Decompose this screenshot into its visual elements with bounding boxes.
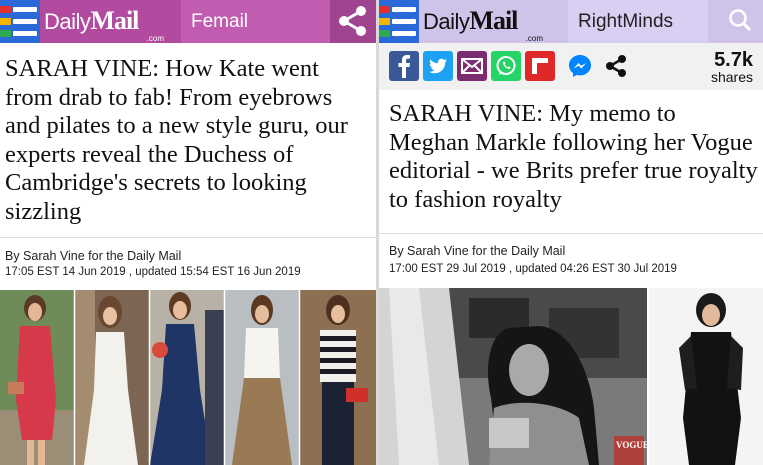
menu-icon-line <box>13 31 37 36</box>
menu-icon-accent <box>0 30 11 37</box>
meghan-photo-illustration: VOGUE <box>379 288 647 465</box>
dateline: 17:05 EST 14 Jun 2019 , updated 15:54 ES… <box>5 266 301 278</box>
share-button[interactable] <box>330 0 376 43</box>
article-image-meghan[interactable]: VOGUE <box>379 288 647 465</box>
daily-mail-logo[interactable]: DailyMail .com <box>423 6 553 43</box>
divider <box>0 237 376 238</box>
menu-button[interactable] <box>379 0 419 43</box>
menu-icon <box>379 6 390 13</box>
menu-icon-accent <box>0 18 11 25</box>
photo-collage-illustration <box>0 290 376 465</box>
whatsapp-share-button[interactable] <box>491 51 521 81</box>
share-count: 5.7k shares <box>711 50 753 84</box>
rightminds-article-panel: DailyMail .com RightMinds 5.7k shares SA… <box>379 0 763 465</box>
byline: By Sarah Vine for the Daily Mail <box>389 244 566 258</box>
twitter-share-button[interactable] <box>423 51 453 81</box>
femail-header: DailyMail .com Femail <box>0 0 376 43</box>
magazine-cover-text: VOGUE <box>616 440 647 450</box>
email-share-button[interactable] <box>457 51 487 81</box>
rightminds-header: DailyMail .com RightMinds <box>379 0 763 43</box>
more-share-button[interactable] <box>601 51 631 81</box>
section-tab-rightminds[interactable]: RightMinds <box>568 0 708 43</box>
menu-icon-accent <box>379 30 390 37</box>
dateline: 17:00 EST 29 Jul 2019 , updated 04:26 ES… <box>389 263 677 275</box>
menu-icon-line <box>392 19 416 24</box>
email-icon <box>461 58 483 74</box>
menu-icon-line <box>392 31 416 36</box>
menu-icon-accent <box>379 18 390 25</box>
menu-icon-line <box>13 7 37 12</box>
menu-icon-line <box>13 19 37 24</box>
article-headline[interactable]: SARAH VINE: How Kate went from drab to f… <box>5 55 371 226</box>
share-icon <box>606 55 626 77</box>
twitter-icon <box>429 58 447 74</box>
divider <box>379 233 763 234</box>
facebook-share-button[interactable] <box>389 51 419 81</box>
search-icon <box>729 9 752 32</box>
femail-article-panel: DailyMail .com Femail SARAH VINE: How Ka… <box>0 0 376 465</box>
menu-icon <box>0 6 11 13</box>
menu-button[interactable] <box>0 0 40 43</box>
section-tab-femail[interactable]: Femail <box>181 0 330 43</box>
author-photo-illustration <box>649 288 763 465</box>
messenger-icon <box>569 55 591 77</box>
flipboard-share-button[interactable] <box>525 51 555 81</box>
daily-mail-logo[interactable]: DailyMail .com <box>44 6 174 43</box>
article-image-author[interactable] <box>649 288 763 465</box>
article-headline[interactable]: SARAH VINE: My memo to Meghan Markle fol… <box>389 100 759 214</box>
messenger-share-button[interactable] <box>565 51 595 81</box>
menu-icon-line <box>392 7 416 12</box>
article-image-collage[interactable] <box>0 290 376 465</box>
facebook-icon <box>398 55 410 78</box>
social-share-bar: 5.7k shares <box>379 43 763 90</box>
whatsapp-icon <box>496 56 516 75</box>
search-button[interactable] <box>717 0 763 43</box>
flipboard-icon <box>532 58 548 74</box>
share-icon <box>339 6 366 36</box>
byline: By Sarah Vine for the Daily Mail <box>5 249 182 263</box>
share-count-value: 5.7k <box>714 49 753 71</box>
share-count-label: shares <box>710 69 753 85</box>
